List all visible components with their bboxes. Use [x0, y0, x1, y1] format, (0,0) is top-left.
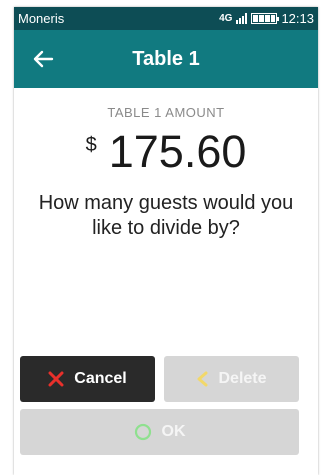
amount-value: 175.60 [108, 126, 247, 177]
amount-label: TABLE 1 AMOUNT [107, 105, 225, 120]
currency-symbol: $ [85, 134, 97, 156]
signal-icon [236, 13, 248, 24]
ok-label: OK [161, 423, 186, 440]
app-header: Table 1 [14, 30, 318, 88]
battery-icon [251, 13, 280, 24]
carrier-name: Moneris [18, 11, 65, 26]
delete-button[interactable]: Delete [164, 356, 299, 402]
page-title: Table 1 [132, 47, 200, 70]
chevron-left-icon [196, 371, 208, 387]
amount-display: $ 175.60 [14, 128, 318, 176]
action-row: Cancel Delete [20, 356, 299, 402]
back-button[interactable] [30, 46, 56, 72]
network-type: 4G [219, 13, 233, 24]
ok-button[interactable]: OK [20, 409, 299, 455]
close-icon [48, 371, 64, 387]
back-arrow-icon [33, 50, 54, 68]
status-indicators: 4G 12:13 [219, 11, 314, 26]
delete-label: Delete [218, 370, 267, 387]
status-bar: Moneris 4G 12:13 [14, 7, 318, 30]
circle-icon [134, 423, 152, 441]
terminal-screen: Moneris 4G 12:13 Table 1 TABLE 1 AMOUNT … [14, 7, 318, 475]
cancel-label: Cancel [74, 370, 127, 387]
clock: 12:13 [281, 11, 314, 26]
guest-prompt: How many guests would you like to divide… [38, 192, 294, 239]
cancel-button[interactable]: Cancel [20, 356, 155, 402]
